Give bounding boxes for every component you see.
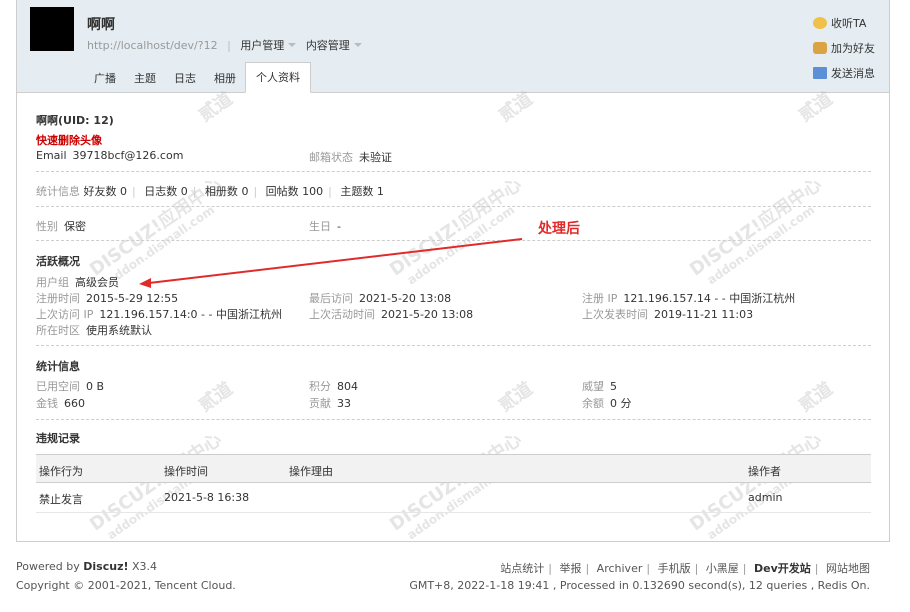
footer-link-blacklist[interactable]: 小黑屋 <box>706 562 739 575</box>
discuz-link[interactable]: Discuz! <box>83 560 128 573</box>
avatar[interactable] <box>30 7 74 51</box>
footer-link-report[interactable]: 举报 <box>559 562 581 575</box>
footer-link-dev[interactable]: Dev开发站 <box>754 562 811 575</box>
footer-line-2: Copyright © 2001-2021, Tencent Cloud. GM… <box>16 579 890 592</box>
breadcrumb: http://localhost/dev/?12 | 用户管理 内容管理 <box>87 37 368 53</box>
profile-tabs: 广播 主题 日志 相册 个人资料 <box>85 62 311 93</box>
send-message-button[interactable]: 发送消息 <box>813 60 875 85</box>
tab-threads[interactable]: 主题 <box>125 65 165 93</box>
username-title: 啊啊 <box>87 17 115 33</box>
follow-button[interactable]: 收听TA <box>813 10 875 35</box>
footer-link-archiver[interactable]: Archiver <box>597 562 643 575</box>
profile-url-link[interactable]: http://localhost/dev/?12 <box>87 39 218 52</box>
copyright: Copyright © 2001-2021, Tencent Cloud. <box>16 579 236 592</box>
powered-by: Powered by Discuz! X3.4 <box>16 560 158 573</box>
footer-line-1: Powered by Discuz! X3.4 站点统计 | 举报 | Archiv… <box>16 560 890 575</box>
chevron-down-icon <box>288 43 297 47</box>
send-message-label: 发送消息 <box>831 66 875 80</box>
footer-link-mobile[interactable]: 手机版 <box>658 562 691 575</box>
server-status: GMT+8, 2022-1-18 19:41 , Processed in 0.… <box>409 579 870 592</box>
add-friend-button[interactable]: 加为好友 <box>813 35 875 60</box>
follow-label: 收听TA <box>831 16 867 30</box>
footer-links: 站点统计 | 举报 | Archiver | 手机版 | 小黑屋 | Dev开发站 | 网站… <box>500 562 870 575</box>
follow-icon <box>813 16 827 29</box>
user-manage-menu[interactable]: 用户管理 <box>240 39 284 52</box>
envelope-icon <box>813 66 827 79</box>
profile-actions: 收听TA 加为好友 发送消息 <box>813 10 875 85</box>
profile-header: 啊啊 http://localhost/dev/?12 | 用户管理 内容管理 … <box>16 0 890 93</box>
tab-profile[interactable]: 个人资料 <box>245 62 311 93</box>
footer-link-sitemap[interactable]: 网站地图 <box>826 562 870 575</box>
tab-blog[interactable]: 日志 <box>165 65 205 93</box>
annotation-arrow <box>139 238 523 288</box>
content-manage-menu[interactable]: 内容管理 <box>306 39 350 52</box>
tab-album[interactable]: 相册 <box>205 65 245 93</box>
footer-link-stats[interactable]: 站点统计 <box>500 562 544 575</box>
breadcrumb-separator: | <box>227 39 231 52</box>
chevron-down-icon <box>353 43 362 47</box>
tab-broadcast[interactable]: 广播 <box>85 65 125 93</box>
add-friend-icon <box>813 41 827 54</box>
profile-panel: DISCUZ!应用中心 addon.dismall.com DISCUZ!应用中… <box>16 88 890 542</box>
add-friend-label: 加为好友 <box>831 41 875 55</box>
